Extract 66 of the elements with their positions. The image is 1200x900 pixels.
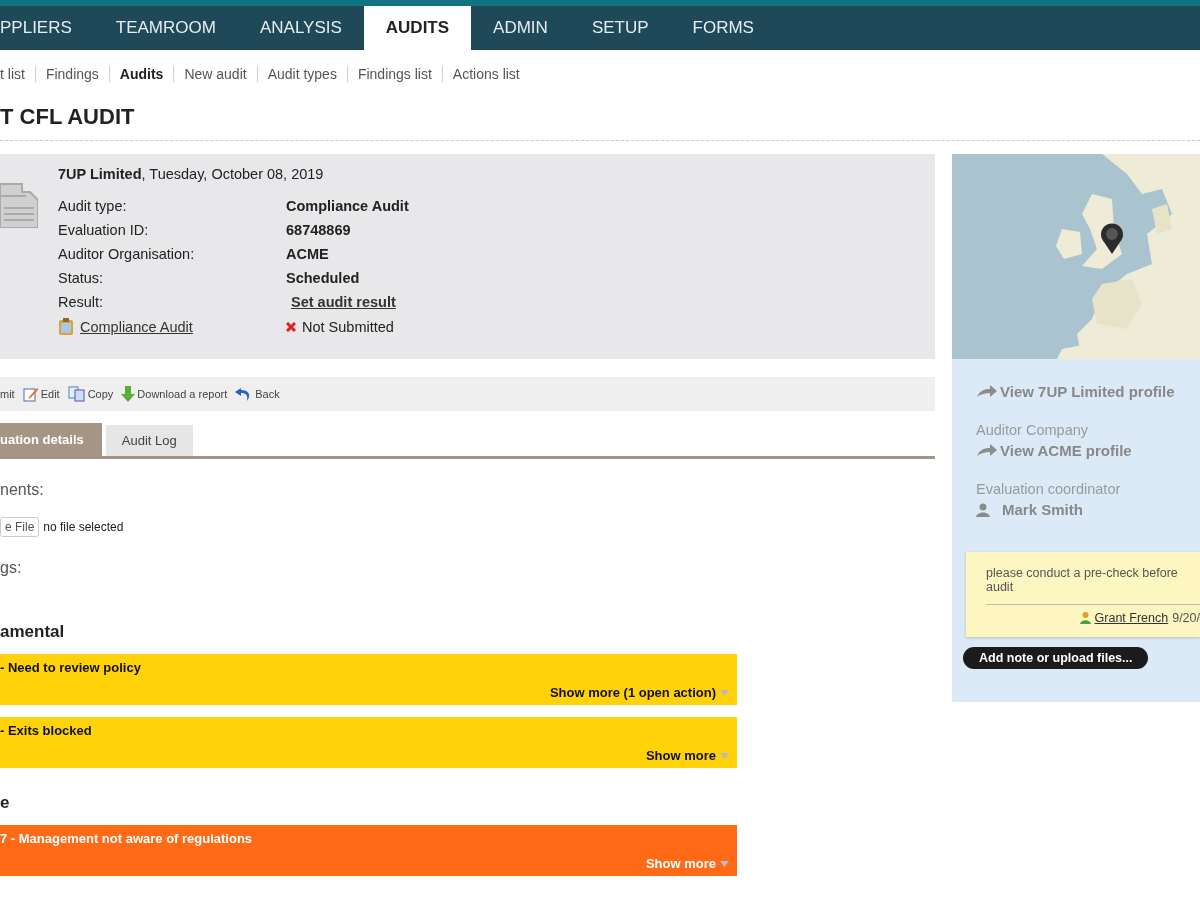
field-label: Audit type: [58,198,128,214]
field-label: Result: [58,294,105,310]
copy-icon [67,386,86,402]
toolbar-button[interactable]: Download a report [121,386,228,402]
add-note-button[interactable]: Add note or upload files... [963,647,1149,669]
nav-tab[interactable]: ANALYSIS [237,6,364,50]
show-more-link[interactable]: Show more (1 open action) [549,685,716,700]
nav-tab[interactable]: ADMIN [471,6,570,50]
toolbar-button[interactable]: Back [235,386,280,402]
page-title: T CFL AUDIT [0,98,1200,141]
finding-bar[interactable]: - Exits blocked Show more [0,717,737,768]
coordinator-name: Mark Smith [1002,501,1083,518]
show-more-link[interactable]: Show more [645,748,716,763]
arrow-icon [976,384,998,399]
subnav-link[interactable]: Audits [109,66,175,82]
nav-tab[interactable]: AUDITS [363,6,472,50]
nav-tab[interactable]: PPLIERS [0,6,94,50]
subnav-link[interactable]: Actions list [442,66,530,82]
toolbar-button[interactable]: Copy [67,386,114,402]
side-label: Auditor Company [975,422,1090,438]
clipboard-icon [58,318,74,336]
note-text: please conduct a pre-check before audit [986,566,1179,594]
download-arrow-icon [121,386,136,402]
file-status: no file selected [43,520,124,534]
result-link[interactable]: Set audit result [291,294,409,310]
tab[interactable]: Audit Log [105,425,193,456]
nav-tab[interactable]: FORMS [670,6,776,50]
field-value: Scheduled [286,270,361,286]
field-label: Status: [58,270,105,286]
subnav-link[interactable]: Findings list [347,66,443,82]
finding-title: 7 - Management not aware of regulations [0,831,253,846]
nav-tab[interactable]: TEAMROOM [93,6,238,50]
field-value: Compliance Audit [286,198,409,214]
subnav-link[interactable]: New audit [174,66,258,82]
pencil-icon [22,386,39,402]
audit-heading: 7UP Limited, Tuesday, October 08, 2019 [58,166,325,182]
arrow-icon [976,443,998,458]
subnav-link[interactable]: Findings [35,66,110,82]
person-icon [1079,612,1091,624]
finding-bar[interactable]: - Need to review policy Show more (1 open action) [0,654,737,705]
subnav-link[interactable]: t list [0,66,36,82]
field-value: 68748869 [286,222,352,238]
group-heading: e [0,793,11,813]
group-heading: amental [0,622,66,642]
person-icon [976,502,990,517]
document-link[interactable]: Compliance Audit [80,319,193,335]
attachments-label: nents: [0,481,45,499]
toolbar-button[interactable]: Edit [22,386,60,402]
caret-icon [720,752,729,759]
note-date: 9/20/ [1172,611,1200,625]
caret-icon [720,860,729,867]
side-label: Evaluation coordinator [975,481,1122,497]
finding-title: - Need to review policy [0,660,141,675]
field-label: Auditor Organisation: [58,246,196,262]
caret-icon [720,689,729,696]
subnav-link[interactable]: Audit types [257,66,348,82]
finding-title: - Exits blocked [0,723,92,738]
submission-status: Not Submitted [302,319,394,335]
field-value: ACME [286,246,330,262]
author-link[interactable]: Grant French [1094,611,1169,625]
nav-tab[interactable]: SETUP [569,6,671,50]
findings-label: gs: [0,559,23,577]
toolbar-button[interactable]: mit [0,388,15,400]
cross-icon [286,322,296,332]
choose-file-button[interactable]: e File [0,517,40,537]
field-label: Evaluation ID: [58,222,150,238]
